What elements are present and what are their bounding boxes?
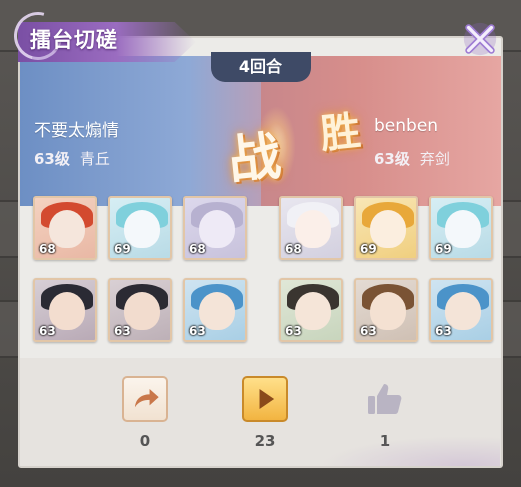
battle-record-dialog: 4回合 不要太煽情 63级 青丘 战 胜 benben 63级 弃剑 68 69 6… [18,36,503,468]
close-icon[interactable] [461,20,499,58]
action-bar: 0 23 1 [20,358,501,466]
hero-level: 63 [189,324,206,338]
right-player-school: 弃剑 [419,150,450,168]
hero-card[interactable]: 68 [183,196,247,260]
battle-header: 4回合 不要太煽情 63级 青丘 战 胜 benben 63级 弃剑 [20,52,501,206]
right-player-info: 63级 弃剑 [374,148,450,169]
round-label: 4回合 [210,52,311,82]
hero-card[interactable]: 68 [33,196,97,260]
right-player-name: benben [374,116,439,136]
hero-level: 63 [435,324,452,338]
left-player-name: 不要太煽情 [34,121,119,141]
hero-card[interactable]: 63 [183,278,247,342]
left-player-level: 63级 [34,150,70,168]
right-player-level: 63级 [374,150,410,168]
replay-button[interactable] [242,376,288,422]
hero-card[interactable]: 63 [354,278,418,342]
hero-card[interactable]: 63 [33,278,97,342]
share-arrow-icon [134,388,159,408]
hero-level: 63 [360,324,377,338]
result-left-char: 战 [225,125,284,192]
hero-level: 68 [189,242,206,256]
hero-card[interactable]: 63 [429,278,493,342]
hero-level: 69 [435,242,452,256]
left-player-school: 青丘 [79,150,110,168]
play-icon [259,388,275,410]
hero-level: 68 [39,242,56,256]
result-right-char: 胜 [318,107,363,158]
thumbs-up-icon [368,384,402,414]
hero-card[interactable]: 69 [108,196,172,260]
like-button[interactable] [362,376,408,422]
share-count: 0 [139,432,151,450]
dialog-title: 擂台切磋 [30,28,118,52]
hero-level: 63 [114,324,131,338]
left-team-grid: 68 69 68 63 63 63 [33,196,247,342]
hero-card[interactable]: 63 [108,278,172,342]
hero-card[interactable]: 63 [279,278,343,342]
hero-card[interactable]: 68 [279,196,343,260]
hero-level: 63 [39,324,56,338]
hero-card[interactable]: 69 [354,196,418,260]
hero-card[interactable]: 69 [429,196,493,260]
right-team-grid: 68 69 69 63 63 63 [279,196,493,342]
left-player-info: 63级 青丘 [34,148,110,169]
hero-level: 69 [360,242,377,256]
hero-level: 68 [285,242,302,256]
hero-level: 69 [114,242,131,256]
hero-level: 63 [285,324,302,338]
share-button[interactable] [122,376,168,422]
decorative-swirl [320,436,500,466]
replay-count: 23 [254,432,276,450]
